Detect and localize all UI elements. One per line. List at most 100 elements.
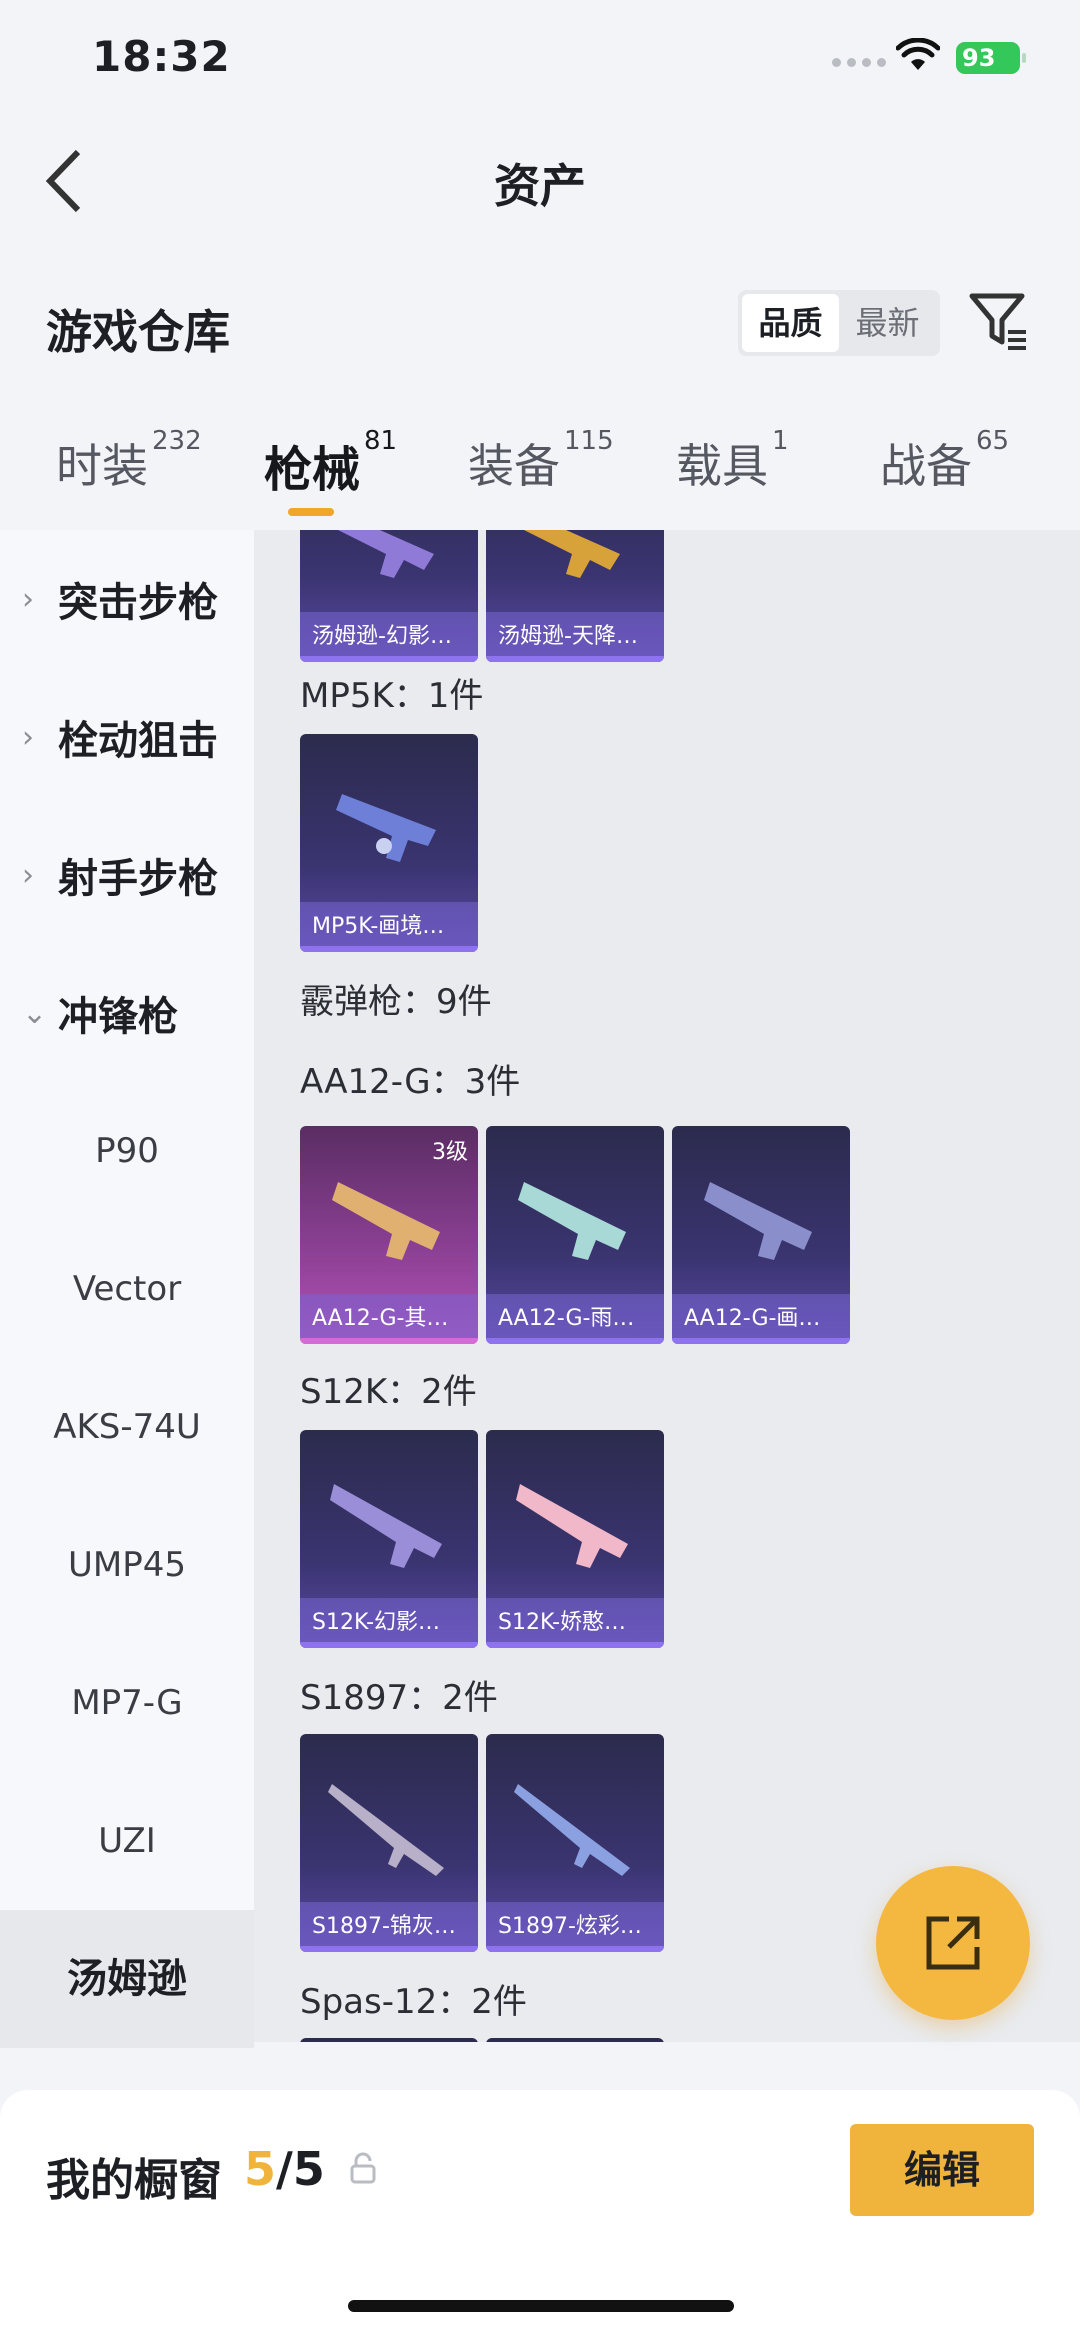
- battery-level: 93: [962, 44, 996, 72]
- tab-count: 65: [976, 426, 1010, 456]
- weapon-card[interactable]: [486, 2038, 664, 2042]
- weapon-name: AA12-G-画…: [672, 1294, 850, 1344]
- tab-supplies[interactable]: 战备 65: [880, 426, 1009, 496]
- weapon-category-sidebar: › 突击步枪 › 栓动狙击 › 射手步枪 ⌄ 冲锋枪 P90 Vector AKS-74…: [0, 530, 254, 2048]
- weapon-skin-icon: [328, 1784, 444, 1876]
- rarity-bar: [300, 656, 478, 662]
- rarity-bar: [486, 656, 664, 662]
- tab-fashion[interactable]: 时装 232: [56, 426, 202, 496]
- tab-vehicles[interactable]: 载具 1: [676, 426, 789, 496]
- rarity-bar: [486, 1338, 664, 1344]
- showcase-current: 5: [244, 2142, 277, 2196]
- rarity-bar: [486, 1946, 664, 1952]
- weapon-skin-icon: [330, 1484, 442, 1568]
- sort-latest-button[interactable]: 最新: [839, 294, 936, 352]
- tab-count: 1: [772, 426, 789, 456]
- tab-firearms[interactable]: 枪械81: [264, 426, 397, 500]
- tab-label: 时装: [56, 439, 148, 493]
- weapon-skin-icon: [524, 530, 620, 578]
- weapon-name: S1897-炫彩…: [486, 1902, 664, 1952]
- sort-toggle: 品质 最新: [738, 290, 940, 356]
- showcase-total: /5: [276, 2142, 325, 2196]
- wifi-icon: [896, 38, 940, 70]
- weapon-card[interactable]: 汤姆逊-天降…: [486, 530, 664, 662]
- rarity-bar: [672, 1338, 850, 1344]
- filter-icon[interactable]: [968, 290, 1030, 352]
- battery-icon: 93: [956, 42, 1026, 74]
- tab-count: 115: [564, 426, 614, 456]
- weapon-name: S12K-幻影…: [300, 1598, 478, 1648]
- chevron-right-icon: ›: [22, 857, 34, 893]
- sidebar-sub-aks74u[interactable]: AKS-74U: [0, 1358, 254, 1496]
- active-tab-indicator: [288, 508, 334, 516]
- signal-icon: [832, 58, 886, 67]
- sidebar-item-label: 冲锋枪: [58, 994, 178, 1040]
- rarity-bar: [300, 1642, 478, 1648]
- weapon-name: S12K-娇憨…: [486, 1598, 664, 1648]
- tab-label: 战备: [880, 439, 972, 493]
- group-label-spas12: Spas-12：2件: [300, 1982, 527, 2022]
- page-title: 资产: [494, 159, 586, 213]
- weapon-name: 汤姆逊-幻影…: [300, 612, 478, 662]
- group-label-mp5k: MP5K：1件: [300, 676, 484, 716]
- tab-equipment[interactable]: 装备 115: [468, 426, 614, 496]
- weapon-skin-icon: [516, 1484, 628, 1568]
- weapon-card[interactable]: S1897-锦灰…: [300, 1734, 478, 1952]
- weapon-card[interactable]: MP5K-画境…: [300, 734, 478, 952]
- weapon-skin-icon: [338, 530, 434, 578]
- sidebar-item-label: 射手步枪: [58, 856, 218, 902]
- weapon-card[interactable]: [300, 2038, 478, 2042]
- home-indicator: [348, 2300, 734, 2312]
- weapon-card[interactable]: AA12-G-画…: [672, 1126, 850, 1344]
- status-bar: 18:32 93: [0, 0, 1080, 120]
- tab-label: 装备: [468, 439, 560, 493]
- sidebar-sub-ump45[interactable]: UMP45: [0, 1496, 254, 1634]
- share-icon: [926, 1916, 980, 1970]
- sidebar-item-label: 栓动狙击: [58, 718, 218, 764]
- chevron-right-icon: ›: [22, 719, 34, 755]
- rarity-bar: [300, 1946, 478, 1952]
- tab-label: 载具: [676, 439, 768, 493]
- weapon-card[interactable]: S1897-炫彩…: [486, 1734, 664, 1952]
- group-label-aa12: AA12-G：3件: [300, 1062, 521, 1102]
- tab-count: 81: [364, 426, 398, 456]
- rarity-bar: [486, 1642, 664, 1648]
- weapon-skin-icon: [704, 1182, 812, 1260]
- sidebar-sub-mp7g[interactable]: MP7-G: [0, 1634, 254, 1772]
- sidebar-item-marksman-rifle[interactable]: › 射手步枪: [0, 806, 254, 944]
- group-label-s1897: S1897：2件: [300, 1678, 498, 1718]
- edit-button[interactable]: 编辑: [850, 2124, 1034, 2216]
- group-label-s12k: S12K：2件: [300, 1372, 477, 1412]
- weapon-name: S1897-锦灰…: [300, 1902, 478, 1952]
- sidebar-sub-p90[interactable]: P90: [0, 1082, 254, 1220]
- weapon-card[interactable]: S12K-幻影…: [300, 1430, 478, 1648]
- weapon-skin-icon: [514, 1784, 630, 1876]
- weapon-card[interactable]: 3级 AA12-G-其…: [300, 1126, 478, 1344]
- weapon-skin-icon: [332, 1182, 440, 1260]
- sidebar-item-assault-rifle[interactable]: › 突击步枪: [0, 530, 254, 668]
- sidebar-sub-vector[interactable]: Vector: [0, 1220, 254, 1358]
- weapon-card[interactable]: 汤姆逊-幻影…: [300, 530, 478, 662]
- weapon-name: AA12-G-其…: [300, 1294, 478, 1344]
- sort-quality-button[interactable]: 品质: [742, 294, 839, 352]
- sidebar-item-smg[interactable]: ⌄ 冲锋枪: [0, 944, 254, 1082]
- warehouse-title: 游戏仓库: [46, 305, 230, 359]
- sidebar-sub-thompson[interactable]: 汤姆逊: [0, 1910, 254, 2048]
- showcase-label: 我的橱窗: [46, 2155, 222, 2206]
- lock-icon: [350, 2152, 376, 2184]
- showcase-count: 5/5: [244, 2142, 325, 2196]
- weapon-card[interactable]: AA12-G-雨…: [486, 1126, 664, 1344]
- tab-label: 枪械: [264, 442, 361, 498]
- sidebar-item-bolt-sniper[interactable]: › 栓动狙击: [0, 668, 254, 806]
- sidebar-sub-uzi[interactable]: UZI: [0, 1772, 254, 1910]
- weapon-name: MP5K-画境…: [300, 902, 478, 952]
- chevron-right-icon: ›: [22, 581, 34, 617]
- rarity-bar: [300, 946, 478, 952]
- tab-count: 232: [152, 426, 202, 456]
- category-tabs: 时装 232 枪械81 装备 115 载具 1 战备 65: [0, 426, 1080, 530]
- share-button[interactable]: [876, 1866, 1030, 2020]
- weapon-skin-icon: [336, 794, 436, 862]
- weapon-name: AA12-G-雨…: [486, 1294, 664, 1344]
- chevron-down-icon: ⌄: [22, 995, 48, 1031]
- weapon-card[interactable]: S12K-娇憨…: [486, 1430, 664, 1648]
